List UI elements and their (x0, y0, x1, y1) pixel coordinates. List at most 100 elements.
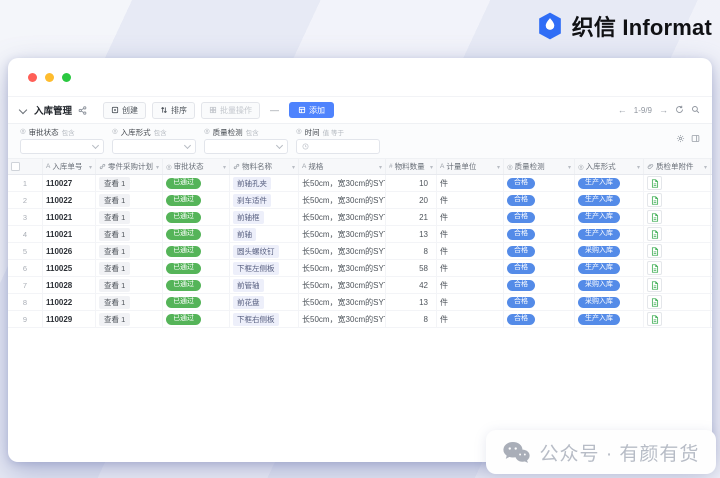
refresh-icon[interactable] (675, 105, 684, 116)
plan-view-link[interactable]: 查看 1 (99, 313, 130, 326)
column-caret-icon[interactable]: ▾ (497, 164, 500, 171)
plan-view-link[interactable]: 查看 1 (99, 194, 130, 207)
column-header-qty[interactable]: #物料数量▾ (386, 159, 437, 175)
column-caret-icon[interactable]: ▾ (637, 164, 640, 171)
filter-approval-select[interactable] (20, 139, 104, 154)
supplier-cell: 供应商1 (711, 226, 713, 243)
material-cell: 下框右侧板 (230, 311, 299, 328)
row-number: 3 (8, 209, 43, 226)
view-title[interactable]: 入库管理 (34, 103, 72, 117)
panel-settings-icon[interactable] (691, 130, 700, 148)
window-minimize-button[interactable] (45, 73, 54, 82)
approval-status-pill: 已通过 (166, 212, 201, 223)
supplier-cell: 供应商1 (711, 192, 713, 209)
window-close-button[interactable] (28, 73, 37, 82)
attachment-file-button[interactable] (647, 176, 662, 190)
column-header-attachment[interactable]: 质检单附件▾ (644, 159, 711, 175)
pagination-next-button[interactable]: → (659, 105, 668, 115)
attachment-file-button[interactable] (647, 295, 662, 309)
mode-cell: 生产入库 (575, 260, 644, 277)
supplier-cell: 供应商1 (711, 243, 713, 260)
qc-result-pill: 合格 (507, 246, 535, 257)
filter-quality-select[interactable] (204, 139, 288, 154)
spec-cell: 长50cm，宽30cm的SYT (299, 294, 386, 311)
attachment-file-button[interactable] (647, 244, 662, 258)
create-button[interactable]: 创建 (103, 102, 146, 119)
qc-cell: 合格 (504, 175, 575, 192)
column-caret-icon[interactable]: ▾ (568, 164, 571, 171)
unit-cell: 件 (437, 209, 504, 226)
column-caret-icon[interactable]: ▾ (292, 164, 295, 171)
plan-view-link[interactable]: 查看 1 (99, 262, 130, 275)
material-tag: 前管轴 (233, 279, 264, 292)
column-caret-icon[interactable]: ▾ (430, 164, 433, 171)
inbound-mode-pill: 采购入库 (578, 297, 620, 308)
gear-icon[interactable] (676, 130, 685, 148)
column-header-spec[interactable]: A规格▾ (299, 159, 386, 175)
column-header-select[interactable] (8, 159, 43, 175)
attachment-file-button[interactable] (647, 227, 662, 241)
column-header-supplier[interactable]: A供应商▾ (711, 159, 713, 175)
filter-inbound-mode-select[interactable] (112, 139, 196, 154)
add-record-button[interactable]: 添加 (289, 102, 334, 118)
plan-view-link[interactable]: 查看 1 (99, 296, 130, 309)
column-header-order-no[interactable]: A入库单号▾ (43, 159, 96, 175)
order-no-cell: 110022 (43, 294, 96, 311)
approval-status-pill: 已通过 (166, 229, 201, 240)
attachment-cell (644, 260, 711, 277)
plan-view-link[interactable]: 查看 1 (99, 279, 130, 292)
column-caret-icon[interactable]: ▾ (156, 164, 159, 171)
approval-cell: 已通过 (163, 209, 230, 226)
qc-cell: 合格 (504, 294, 575, 311)
order-no-cell: 110021 (43, 209, 96, 226)
column-caret-icon[interactable]: ▾ (704, 164, 707, 171)
search-icon[interactable] (691, 105, 700, 116)
plan-view-link[interactable]: 查看 1 (99, 177, 130, 190)
attachment-file-button[interactable] (647, 193, 662, 207)
more-button[interactable]: — (266, 105, 283, 115)
unit-cell: 件 (437, 192, 504, 209)
filter-approval-status: ◎ 审批状态 包含 (20, 127, 104, 154)
plan-cell: 查看 1 (96, 192, 163, 209)
column-header-qc[interactable]: ◎质量检测▾ (504, 159, 575, 175)
qc-result-pill: 合格 (507, 178, 535, 189)
qc-cell: 合格 (504, 226, 575, 243)
attachment-file-button[interactable] (647, 210, 662, 224)
plan-view-link[interactable]: 查看 1 (99, 245, 130, 258)
column-header-plan[interactable]: 零件采购计划▾ (96, 159, 163, 175)
plan-cell: 查看 1 (96, 226, 163, 243)
plan-view-link[interactable]: 查看 1 (99, 228, 130, 241)
column-caret-icon[interactable]: ▾ (89, 164, 92, 171)
material-tag: 刹车适件 (233, 194, 271, 207)
toolbar: 入库管理 创建 排序 批量操作 — (8, 96, 712, 123)
batch-actions-button[interactable]: 批量操作 (201, 102, 260, 119)
column-caret-icon[interactable]: ▾ (223, 164, 226, 171)
attachment-file-button[interactable] (647, 261, 662, 275)
filter-time-input[interactable] (296, 139, 380, 154)
pagination-prev-button[interactable]: ← (618, 105, 627, 115)
unit-cell: 件 (437, 311, 504, 328)
window-zoom-button[interactable] (62, 73, 71, 82)
view-dropdown-icon[interactable] (19, 106, 27, 114)
attachment-file-button[interactable] (647, 312, 662, 326)
column-header-approval[interactable]: ◎审批状态▾ (163, 159, 230, 175)
qc-cell: 合格 (504, 209, 575, 226)
filter-bar: ◎ 审批状态 包含 ◎ 入库形式 包含 ◎ 质量检测 包含 (8, 123, 712, 159)
sort-button[interactable]: 排序 (152, 102, 195, 119)
attachment-file-button[interactable] (647, 278, 662, 292)
plan-cell: 查看 1 (96, 209, 163, 226)
share-icon[interactable] (78, 106, 87, 115)
mode-cell: 采购入库 (575, 277, 644, 294)
column-caret-icon[interactable]: ▾ (379, 164, 382, 171)
select-all-checkbox[interactable] (11, 162, 20, 171)
chevron-down-icon (92, 142, 99, 149)
text-icon: A (440, 163, 444, 170)
column-header-unit[interactable]: A计量单位▾ (437, 159, 504, 175)
spec-cell: 长50cm，宽30cm的SYT (299, 209, 386, 226)
batch-icon (209, 106, 217, 114)
qty-cell: 42 (386, 277, 437, 294)
brand-logo-icon (535, 11, 565, 41)
column-header-material[interactable]: 物料名称▾ (230, 159, 299, 175)
plan-view-link[interactable]: 查看 1 (99, 211, 130, 224)
column-header-mode[interactable]: ◎入库形式▾ (575, 159, 644, 175)
